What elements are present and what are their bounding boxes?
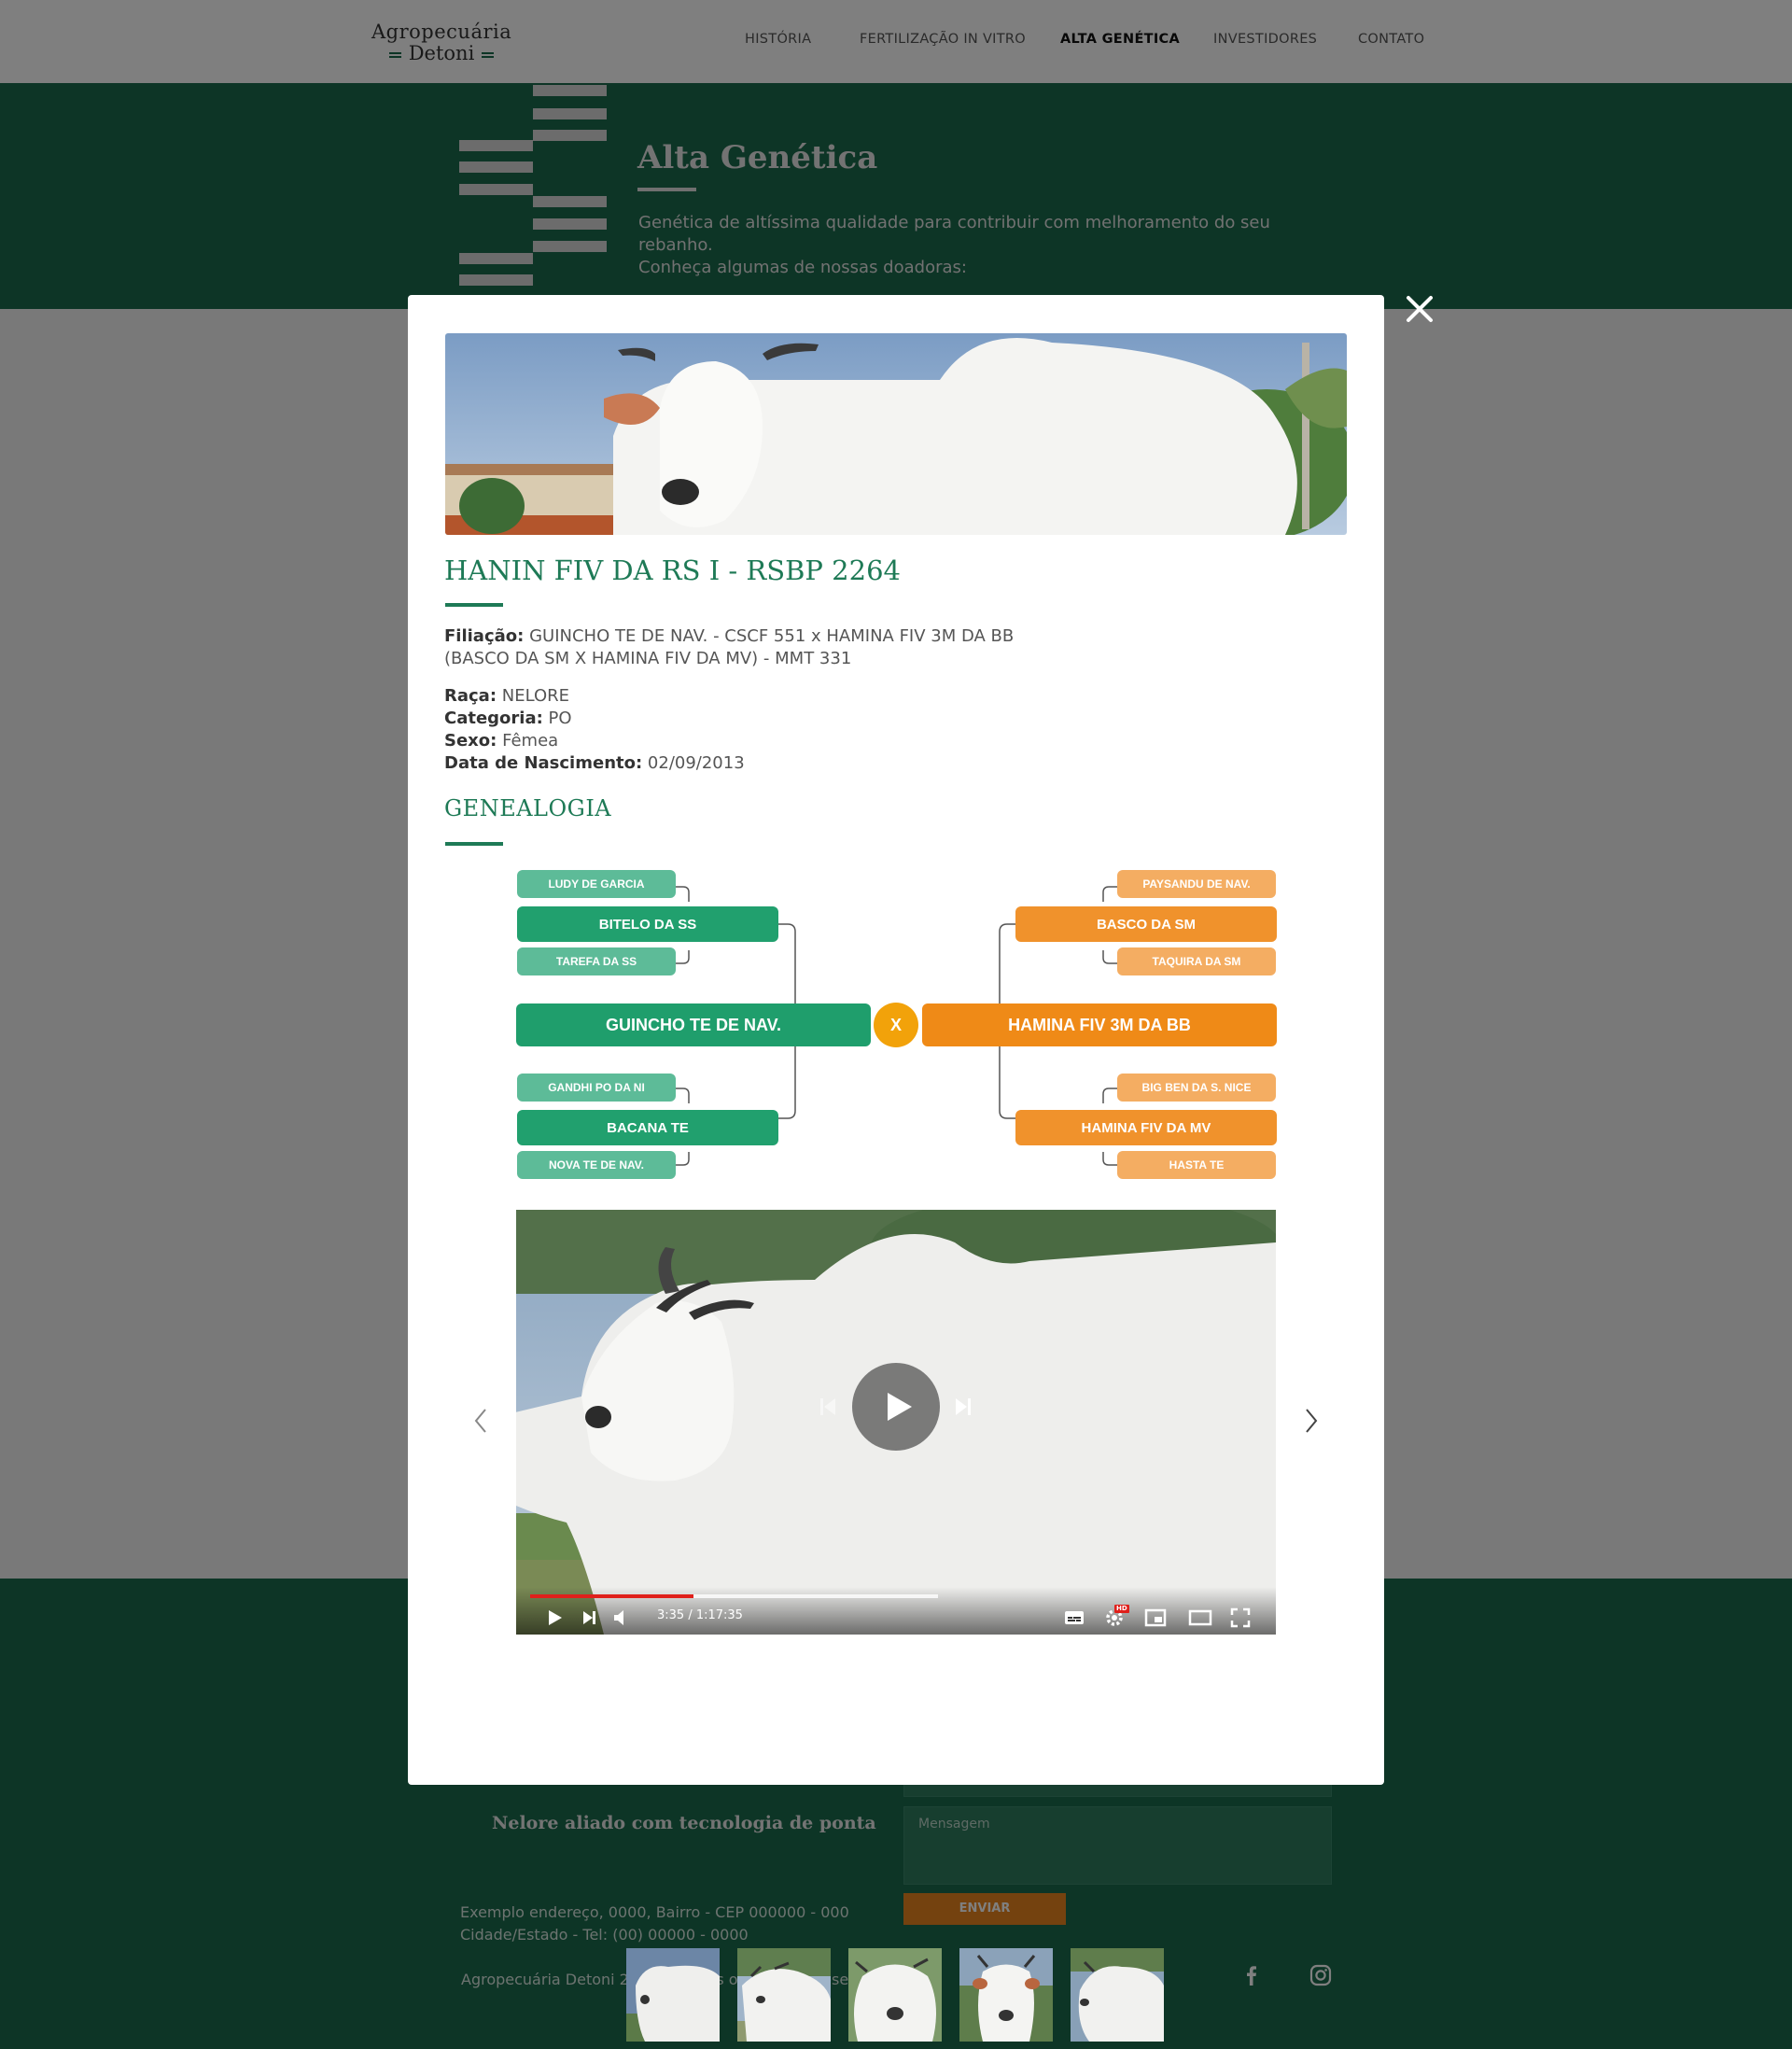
video-progress-played	[530, 1594, 693, 1598]
pedigree-sire-dam-sire: GANDHI PO DA NI	[517, 1074, 676, 1102]
subtitles-icon[interactable]	[1063, 1607, 1085, 1629]
play-icon[interactable]	[544, 1607, 565, 1628]
pedigree-sire-sire-dam: TAREFA DA SS	[517, 947, 676, 975]
thumbnail-4[interactable]	[959, 1948, 1053, 2042]
volume-icon[interactable]	[611, 1607, 632, 1628]
pedigree-dam-sire-dam: TAQUIRA DA SM	[1117, 947, 1276, 975]
pedigree-dam-dam: HAMINA FIV DA MV	[1015, 1110, 1277, 1145]
video-next-icon[interactable]	[950, 1393, 978, 1421]
thumbnail-3[interactable]	[848, 1948, 942, 2042]
video-player[interactable]	[516, 1210, 1276, 1635]
thumbnail-1[interactable]	[626, 1948, 720, 2042]
pedigree-dam-dam-sire: BIG BEN DA S. NICE	[1117, 1074, 1276, 1102]
pedigree-dam: HAMINA FIV 3M DA BB	[922, 1003, 1277, 1046]
pedigree-dam-sire-sire: PAYSANDU DE NAV.	[1117, 870, 1276, 898]
carousel-next-icon[interactable]	[1297, 1402, 1325, 1439]
miniplayer-icon[interactable]	[1144, 1607, 1167, 1629]
settings-icon[interactable]: HD	[1103, 1605, 1129, 1629]
thumbnail-5[interactable]	[1071, 1948, 1164, 2042]
video-progress-bar[interactable]	[530, 1594, 938, 1598]
skip-next-icon[interactable]	[579, 1607, 599, 1628]
pedigree-sire-dam-dam: NOVA TE DE NAV.	[517, 1151, 676, 1179]
video-prev-icon[interactable]	[813, 1393, 841, 1421]
close-icon[interactable]	[1402, 291, 1437, 327]
animal-modal: HANIN FIV DA RS I - RSBP 2264 Filiação: …	[408, 295, 1384, 2042]
video-play-button[interactable]	[852, 1363, 940, 1451]
hd-badge: HD	[1114, 1605, 1129, 1613]
pedigree-sire-sire-sire: LUDY DE GARCIA	[517, 870, 676, 898]
cross-badge: X	[874, 1003, 918, 1047]
pedigree-sire-sire: BITELO DA SS	[517, 906, 778, 942]
pedigree-sire-dam: BACANA TE	[517, 1110, 778, 1145]
video-time: 3:35 / 1:17:35	[657, 1608, 743, 1622]
carousel-prev-icon[interactable]	[467, 1402, 495, 1439]
fullscreen-icon[interactable]	[1229, 1607, 1252, 1629]
theater-mode-icon[interactable]	[1188, 1607, 1212, 1629]
pedigree-dam-sire: BASCO DA SM	[1015, 906, 1277, 942]
thumbnail-2[interactable]	[737, 1948, 831, 2042]
pedigree-sire: GUINCHO TE DE NAV.	[516, 1003, 871, 1046]
pedigree-dam-dam-dam: HASTA TE	[1117, 1151, 1276, 1179]
